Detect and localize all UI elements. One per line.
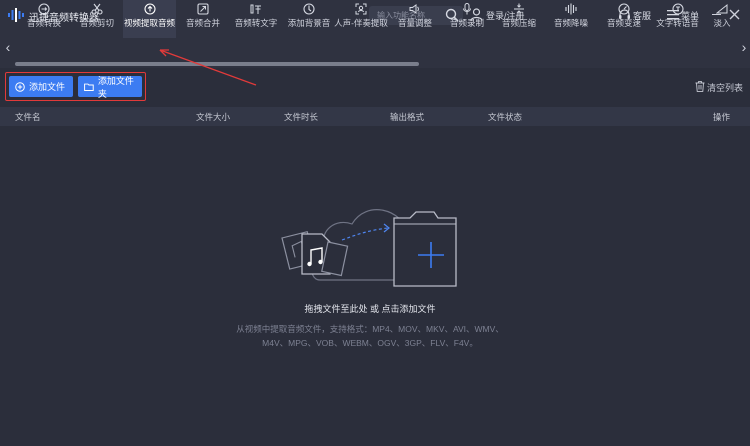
tool-label: 音频合并 bbox=[185, 18, 220, 28]
tool-audio-compress[interactable]: 音频压缩 bbox=[493, 0, 545, 38]
convert-icon bbox=[38, 3, 50, 15]
merge-icon bbox=[197, 3, 209, 15]
compress-icon bbox=[514, 3, 524, 15]
fade-icon bbox=[716, 3, 728, 14]
speed-icon bbox=[618, 3, 630, 15]
tool-vocal-extract[interactable]: 人声-伴奏提取 bbox=[334, 0, 388, 38]
drag-drop-prompt: 拖拽文件至此处 或 点击添加文件 bbox=[304, 304, 436, 314]
column-header: 文件名 bbox=[15, 112, 41, 122]
trash-icon[interactable] bbox=[695, 81, 705, 92]
tool-text-to-speech[interactable]: 文字转语音 bbox=[650, 0, 705, 38]
tool-label: 音频变速 bbox=[606, 18, 641, 28]
column-header: 文件时长 bbox=[284, 112, 319, 122]
tool-audio-to-text[interactable]: 音频转文字 bbox=[230, 0, 282, 38]
vocal-icon bbox=[355, 3, 367, 15]
tool-label: 人声-伴奏提取 bbox=[334, 18, 388, 28]
scroll-right-icon[interactable]: › bbox=[738, 38, 750, 56]
toolbar-scrollbar[interactable] bbox=[15, 62, 419, 66]
scroll-left-icon[interactable]: ‹ bbox=[2, 38, 14, 56]
supported-formats-hint: M4V、MPG、VOB、WEBM、OGV、3GP、FLV、F4V。 bbox=[262, 338, 478, 348]
tool-label: 文字转语音 bbox=[656, 18, 699, 28]
scissors-icon bbox=[91, 3, 103, 15]
table-header: 文件名 文件大小 文件时长 输出格式 文件状态 操作 bbox=[0, 107, 750, 126]
microphone-icon bbox=[463, 3, 471, 15]
tool-label: 音频录制 bbox=[449, 18, 484, 28]
column-header: 文件状态 bbox=[488, 112, 523, 122]
tool-fade[interactable]: 淡入 bbox=[706, 0, 738, 38]
column-header: 输出格式 bbox=[390, 112, 425, 122]
annotation-highlight-box bbox=[5, 72, 146, 101]
tool-label: 音量调整 bbox=[397, 18, 432, 28]
background-music-icon bbox=[303, 3, 315, 15]
tool-volume-adjust[interactable]: 音量调整 bbox=[389, 0, 441, 38]
volume-icon bbox=[409, 4, 419, 14]
tool-audio-speed[interactable]: 音频变速 bbox=[598, 0, 650, 38]
drop-files-illustration[interactable] bbox=[270, 190, 470, 290]
supported-formats-hint: 从视频中提取音频文件，支持格式：MP4、MOV、MKV、AVI、WMV、 bbox=[236, 324, 504, 334]
text-speech-icon bbox=[671, 3, 684, 15]
tool-label: 添加背景音 bbox=[287, 18, 331, 28]
tool-audio-cut[interactable]: 音频剪切 bbox=[71, 0, 123, 38]
tool-label: 视频提取音频 bbox=[123, 18, 175, 28]
tool-audio-merge[interactable]: 音频合并 bbox=[177, 0, 229, 38]
speech-text-icon bbox=[250, 4, 261, 14]
tool-audio-convert[interactable]: 音频转换 bbox=[18, 0, 70, 38]
tool-add-background-music[interactable]: 添加背景音 bbox=[283, 0, 335, 38]
column-header: 文件大小 bbox=[196, 112, 231, 122]
tool-label: 音频降噪 bbox=[553, 18, 588, 28]
tool-video-extract-audio[interactable]: 视频提取音频 bbox=[123, 0, 176, 38]
tool-label: 淡入 bbox=[713, 18, 731, 28]
column-header: 操作 bbox=[713, 112, 731, 122]
clear-list-button[interactable]: 清空列表 bbox=[707, 81, 743, 94]
tool-audio-denoise[interactable]: 音频降噪 bbox=[545, 0, 597, 38]
tool-label: 音频压缩 bbox=[501, 18, 536, 28]
tool-label: 音频剪切 bbox=[79, 18, 114, 28]
denoise-icon bbox=[565, 3, 577, 15]
tool-label: 音频转文字 bbox=[234, 18, 278, 28]
tool-label: 音频转换 bbox=[26, 18, 61, 28]
tool-audio-record[interactable]: 音频录制 bbox=[441, 0, 493, 38]
extract-icon bbox=[143, 3, 156, 15]
